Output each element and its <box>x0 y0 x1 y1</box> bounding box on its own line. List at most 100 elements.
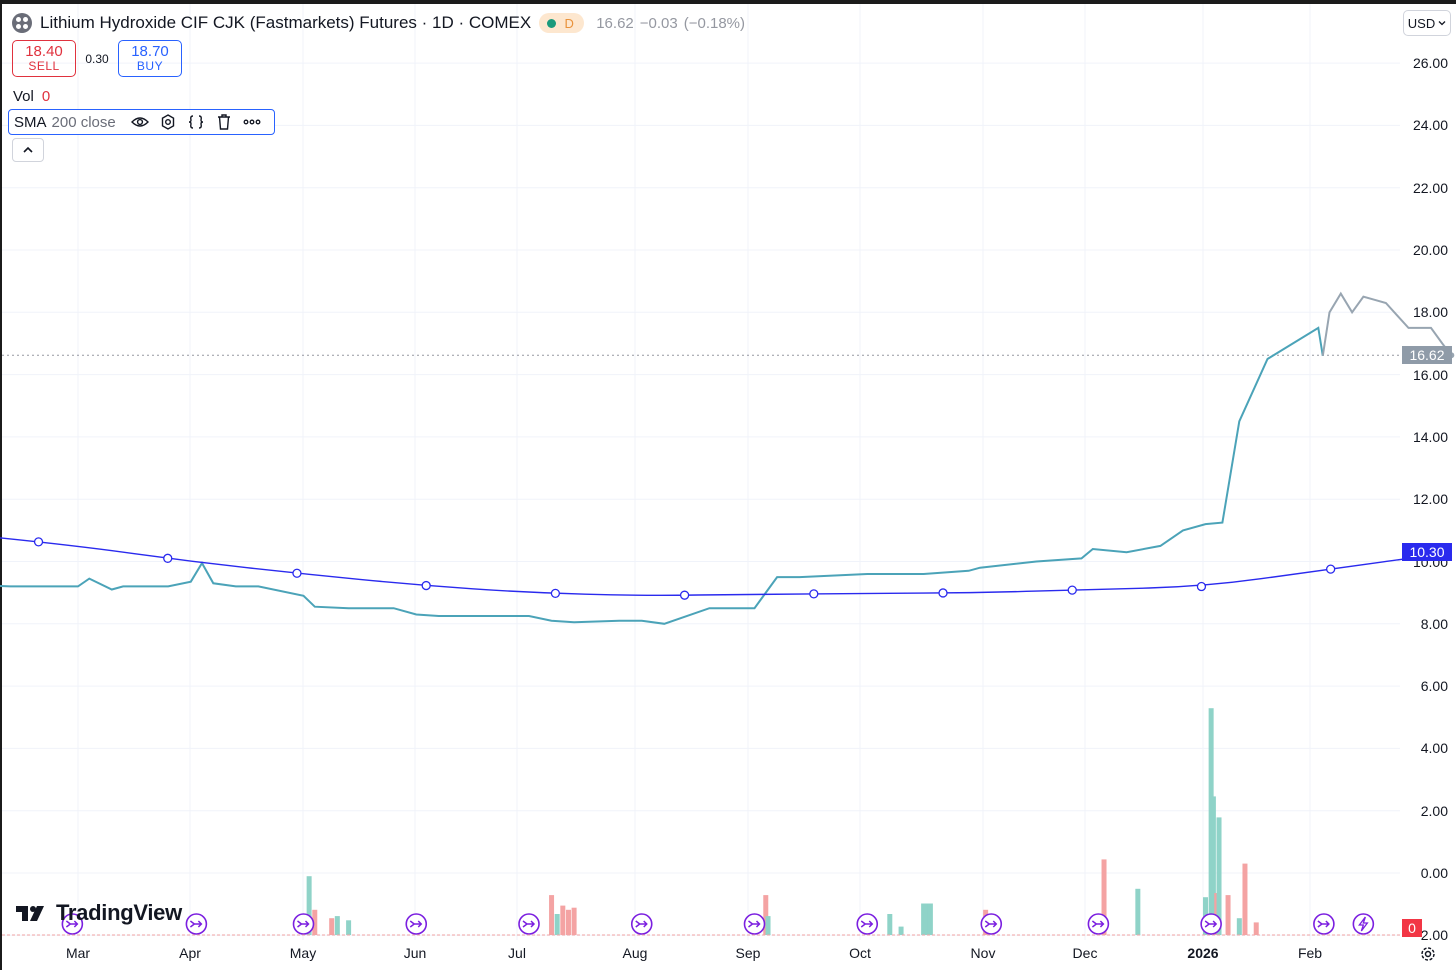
sma-marker <box>33 537 44 547</box>
sma-marker <box>421 580 431 591</box>
volume-bar <box>1225 895 1231 935</box>
y-tick-label: 4.00 <box>1420 740 1448 757</box>
volume-label: Vol <box>13 88 34 105</box>
x-tick-label: Jul <box>508 945 526 961</box>
price-line <box>0 326 1324 625</box>
y-tick-label: 22.00 <box>1412 179 1448 196</box>
symbol-header[interactable]: Lithium Hydroxide CIF CJK (Fastmarkets) … <box>12 10 751 36</box>
volume-bar <box>554 914 560 935</box>
quote-readout: 16.62 −0.03 (−0.18%) <box>596 15 751 32</box>
trash-icon[interactable] <box>210 111 238 133</box>
dividend-event-icon[interactable] <box>1313 913 1335 935</box>
volume-bar <box>571 907 577 935</box>
dividend-event-icon[interactable] <box>292 913 315 935</box>
volume-bar <box>1242 863 1248 935</box>
volume-bar <box>329 918 335 935</box>
sell-price: 18.40 <box>25 43 63 60</box>
x-tick-label: Oct <box>849 945 871 961</box>
y-tick-label: 12.00 <box>1412 491 1448 508</box>
buy-price: 18.70 <box>131 43 169 60</box>
price-change-pct: (−0.18%) <box>683 14 746 32</box>
buy-label: BUY <box>136 59 164 73</box>
y-tick-label: 8.00 <box>1420 615 1448 632</box>
y-tick-label: 18.00 <box>1412 304 1448 321</box>
chart-canvas[interactable] <box>0 0 1456 970</box>
sma-marker <box>1196 581 1207 592</box>
sma-value-tag: 10.30 <box>1402 543 1452 562</box>
chart-settings-icon[interactable] <box>1418 944 1438 964</box>
x-tick-label: Feb <box>1297 945 1323 961</box>
market-status-pill[interactable]: D <box>539 13 585 33</box>
collapse-legend-button[interactable] <box>12 138 44 162</box>
dividend-event-icon[interactable] <box>630 913 653 935</box>
x-tick-label: Jun <box>403 945 427 961</box>
x-tick-label: Sep <box>735 945 761 961</box>
eye-icon[interactable] <box>126 111 154 133</box>
dividend-event-icon[interactable] <box>185 913 208 935</box>
sma-line <box>0 537 1452 596</box>
volume-bar <box>887 914 893 935</box>
sma-name: SMA <box>14 113 47 131</box>
chevron-up-icon <box>23 146 33 153</box>
volume-bar <box>560 905 566 935</box>
sma-marker <box>1067 585 1077 595</box>
sma-legend[interactable]: SMA 200 close <box>8 109 275 135</box>
volume-bar <box>346 920 352 935</box>
dividend-event-icon[interactable] <box>518 913 540 935</box>
source-code-icon[interactable] <box>182 111 210 133</box>
sma-marker <box>292 568 302 578</box>
dividend-event-icon[interactable] <box>856 913 879 935</box>
x-tick-label: Aug <box>622 945 648 961</box>
sma-marker <box>938 588 948 598</box>
dividend-event-icon[interactable] <box>405 913 428 935</box>
buy-button[interactable]: 18.70 BUY <box>118 40 182 77</box>
sma-params: 200 close <box>51 113 116 131</box>
x-tick-label: Dec <box>1072 945 1098 961</box>
x-tick-label: Mar <box>65 945 91 961</box>
symbol-title[interactable]: Lithium Hydroxide CIF CJK (Fastmarkets) … <box>40 13 531 33</box>
dividend-event-icon[interactable] <box>1200 913 1222 935</box>
volume-bar <box>549 895 555 935</box>
dividend-event-icon[interactable] <box>1087 913 1110 935</box>
market-open-dot-icon <box>547 18 557 28</box>
sma-marker <box>1326 564 1336 574</box>
sell-button[interactable]: 18.40 SELL <box>12 40 76 77</box>
y-tick-label: 26.00 <box>1412 55 1448 72</box>
volume-bar <box>765 916 771 935</box>
volume-bar <box>1253 922 1259 935</box>
volume-bar <box>927 903 933 935</box>
y-tick-label: 20.00 <box>1412 242 1448 258</box>
market-status-letter: D <box>564 15 574 31</box>
more-options-icon[interactable] <box>238 111 266 133</box>
y-tick-label: 24.00 <box>1412 117 1448 134</box>
chevron-down-icon <box>1438 21 1446 26</box>
event-markers <box>61 913 1375 935</box>
spread-value: 0.30 <box>85 52 109 66</box>
sma-marker <box>550 588 561 599</box>
currency-select[interactable]: USD <box>1403 10 1451 36</box>
x-tick-label: Apr <box>179 945 201 961</box>
settings-icon[interactable] <box>154 111 182 133</box>
volume-bar <box>565 909 571 935</box>
tradingview-logo[interactable]: TradingView <box>16 900 182 926</box>
volume-value: 0 <box>41 88 51 105</box>
y-tick-label: 14.00 <box>1412 428 1448 445</box>
volume-legend[interactable]: Vol 0 <box>13 88 50 105</box>
chart-grid <box>2 4 1400 940</box>
dividend-event-icon[interactable] <box>980 913 1003 935</box>
sma-marker <box>809 589 819 599</box>
logo-text: TradingView <box>56 900 182 925</box>
volume-bar <box>334 916 340 935</box>
currency-value: USD <box>1407 15 1436 31</box>
volume-bar <box>898 926 904 935</box>
tradingview-logo-icon <box>16 906 44 921</box>
last-price: 16.62 <box>596 14 634 32</box>
dividend-event-icon[interactable] <box>743 913 766 935</box>
lightning-event-icon[interactable] <box>1352 913 1375 935</box>
price-series <box>0 291 1455 625</box>
volume-bars <box>306 708 1259 935</box>
price-change: −0.03 <box>639 14 678 32</box>
sma-series <box>0 537 1452 600</box>
symbol-icon <box>12 13 32 33</box>
x-tick-label: May <box>289 945 317 961</box>
